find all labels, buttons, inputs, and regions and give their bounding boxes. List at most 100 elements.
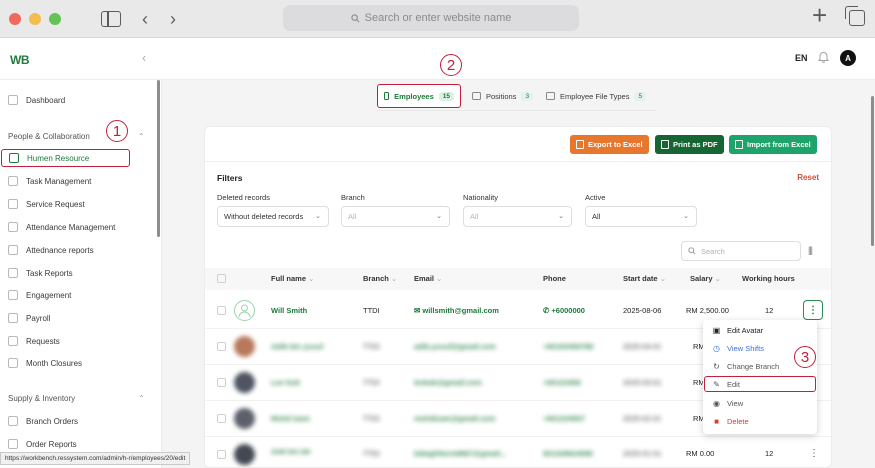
row-checkbox[interactable] [217, 306, 226, 315]
cell-start-date: 2025-08-06 [623, 306, 662, 315]
sidebar-item-branch-orders[interactable]: Branch Orders [8, 412, 128, 430]
back-icon[interactable]: ‹ [142, 9, 148, 29]
maximize-window-button[interactable] [49, 13, 61, 25]
col-email[interactable]: Email ⌄ [414, 274, 442, 283]
sidebar-scrollbar[interactable] [157, 80, 160, 237]
clipboard-icon [8, 176, 18, 186]
search-icon [688, 247, 696, 255]
sidebar-item-task-reports[interactable]: Task Reports [8, 264, 128, 282]
app-logo[interactable]: WB [10, 51, 32, 67]
sidebar: Dashboard People & Collaboration ⌃ 1 Hum… [0, 80, 162, 468]
browser-window: ‹ › Search or enter website name + WB ‹ … [0, 0, 875, 468]
row-checkbox[interactable] [217, 342, 226, 351]
cell-name[interactable]: Lee Kah [271, 378, 300, 387]
file-icon [735, 140, 743, 149]
filter-active-select[interactable]: All ⌄ [585, 206, 697, 227]
filter-label-deleted: Deleted records [217, 193, 270, 202]
tab-positions[interactable]: Positions 3 [466, 84, 539, 108]
row-actions-button[interactable]: ⋮ [803, 300, 823, 320]
clock-icon: ◷ [713, 343, 720, 353]
filter-label-active: Active [585, 193, 606, 202]
avatar [234, 372, 255, 393]
sort-icon: ⌄ [390, 274, 398, 283]
row-actions-button[interactable]: ⋮ [809, 448, 819, 459]
cell-start-date: 2025-01-01 [623, 449, 662, 458]
close-window-button[interactable] [9, 13, 21, 25]
sidebar-item-order-reports[interactable]: Order Reports [8, 435, 128, 453]
attendance-icon [8, 222, 18, 232]
status-bar-url: https://workbench.ressystem.com/admin/h-… [0, 452, 191, 465]
cell-name[interactable]: Mohd Izam [271, 414, 310, 423]
col-branch[interactable]: Branch ⌄ [363, 274, 397, 283]
user-avatar[interactable]: A [840, 50, 856, 66]
cell-phone: ✆ +6000000 [543, 306, 585, 315]
collapse-sidebar-icon[interactable]: ‹ [142, 50, 146, 65]
print-pdf-button[interactable]: Print as PDF [655, 135, 724, 154]
tab-count-badge: 5 [634, 91, 647, 101]
sidebar-item-task-management[interactable]: Task Management [8, 172, 128, 190]
cell-email: leekah@gmail.com [414, 378, 482, 387]
cell-salary: RM 2,500.00 [686, 306, 729, 315]
row-actions-menu: ▣ Edit Avatar ◷ View Shifts ↻ Change Bra… [703, 320, 817, 434]
sidebar-item-engagement[interactable]: Engagement [8, 286, 128, 304]
sidebar-toggle-icon[interactable] [101, 11, 121, 27]
briefcase-icon [472, 92, 481, 100]
cell-name[interactable]: Aidil bin lah [271, 449, 311, 456]
sidebar-item-requests[interactable]: Requests [8, 332, 128, 350]
select-all-checkbox[interactable] [217, 274, 226, 283]
wallet-icon [8, 313, 18, 323]
filter-nationality-select[interactable]: All ⌄ [463, 206, 572, 227]
cell-phone: 601169624088 [543, 449, 593, 458]
file-icon [661, 140, 669, 149]
megaphone-icon [8, 290, 18, 300]
minimize-window-button[interactable] [29, 13, 41, 25]
table-header: Full name ⌄ Branch ⌄ Email ⌄ Phone Start… [205, 268, 831, 290]
sidebar-item-dashboard[interactable]: Dashboard [8, 91, 128, 109]
row-checkbox[interactable] [217, 378, 226, 387]
menu-item-delete[interactable]: ■ Delete [709, 413, 811, 429]
cell-start-date: 2025-02-01 [623, 414, 662, 423]
col-salary[interactable]: Salary ⌄ [690, 274, 721, 283]
tab-employee-file-types[interactable]: Employee File Types 5 [540, 84, 652, 108]
tools-icon [8, 199, 18, 209]
language-switcher[interactable]: EN [795, 53, 808, 63]
avatar [234, 444, 255, 465]
sidebar-item-month-closures[interactable]: Month Closures [8, 354, 128, 372]
mail-icon: ✉ [414, 306, 421, 315]
sidebar-item-attendance-management[interactable]: Attendance Management [8, 218, 128, 236]
tabs-overview-icon[interactable] [845, 6, 865, 26]
page-scrollbar[interactable] [871, 96, 874, 246]
table-row[interactable]: Aidil bin lah TTDI bdaighfwrm9867@gmail.… [205, 437, 831, 467]
filter-deleted-select[interactable]: Without deleted records ⌄ [217, 206, 329, 227]
menu-item-edit[interactable]: ✎ Edit [704, 376, 816, 392]
search-input[interactable]: Search [681, 241, 801, 261]
row-checkbox[interactable] [217, 450, 226, 459]
columns-icon[interactable]: ||| [808, 245, 813, 255]
filter-branch-select[interactable]: All ⌄ [341, 206, 450, 227]
col-start-date[interactable]: Start date ⌄ [623, 274, 666, 283]
cell-hours: 12 [765, 449, 774, 458]
forward-icon[interactable]: › [170, 9, 176, 29]
sidebar-item-humen-resource[interactable]: Humen Resource [1, 149, 130, 167]
sidebar-section-supply[interactable]: Supply & Inventory ⌃ [8, 394, 148, 403]
bell-icon[interactable] [818, 51, 829, 63]
tab-bar: Employees 15 Positions 3 Employee File T… [377, 84, 657, 108]
reset-filters-link[interactable]: Reset [797, 173, 819, 182]
cell-name[interactable]: Adib bin yusuf [271, 342, 323, 351]
tab-employees[interactable]: Employees 15 [377, 84, 461, 108]
sidebar-item-payroll[interactable]: Payroll [8, 309, 128, 327]
row-checkbox[interactable] [217, 414, 226, 423]
export-excel-button[interactable]: Export to Excel [570, 135, 649, 154]
sidebar-item-service-request[interactable]: Service Request [8, 195, 128, 213]
col-full-name[interactable]: Full name ⌄ [271, 274, 314, 283]
menu-item-view[interactable]: ◉ View [709, 395, 811, 411]
new-tab-icon[interactable]: + [812, 2, 827, 28]
menu-item-edit-avatar[interactable]: ▣ Edit Avatar [709, 322, 811, 338]
refresh-icon: ↻ [713, 361, 720, 371]
cell-name[interactable]: Will Smith [271, 306, 307, 315]
annotation-callout-3: 3 [794, 346, 816, 368]
import-excel-button[interactable]: Import from Excel [729, 135, 817, 154]
address-bar[interactable]: Search or enter website name [283, 5, 579, 31]
phone-icon: ✆ [543, 306, 550, 315]
sidebar-item-attednance-reports[interactable]: Attednance reports [8, 241, 128, 259]
